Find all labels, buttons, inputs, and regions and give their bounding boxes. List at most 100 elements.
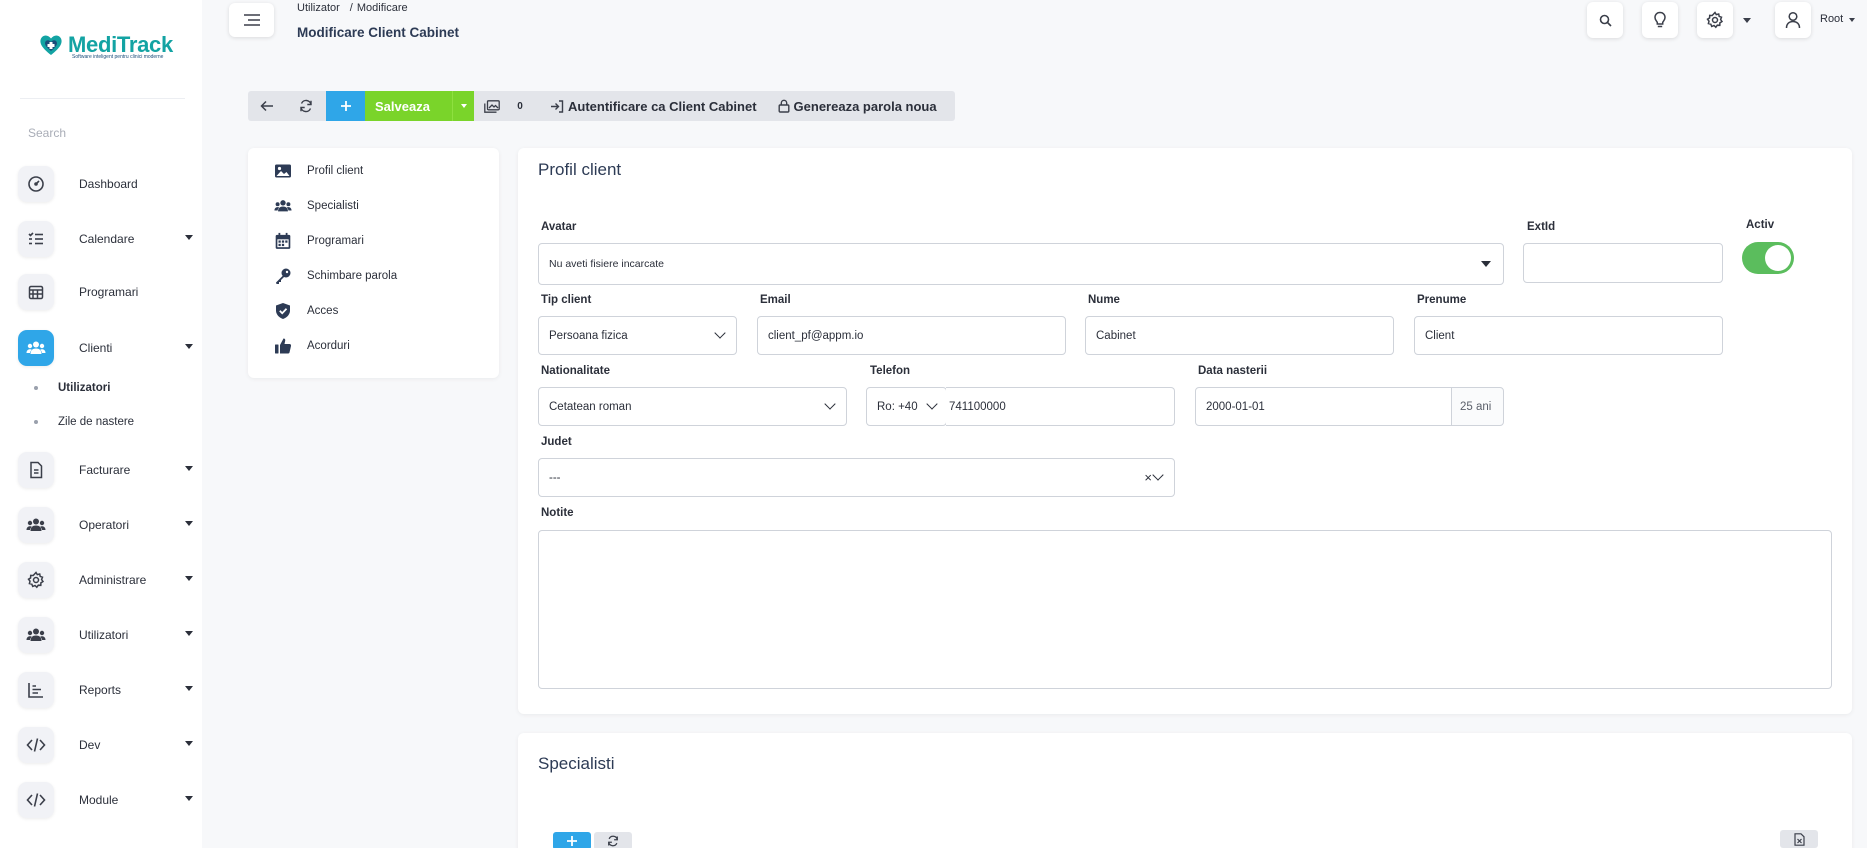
breadcrumb: Utilizator / Modificare [297,2,408,14]
image-icon [275,164,291,178]
calendar-icon [275,232,291,249]
sidebar-item-label: Dashboard [79,177,138,191]
sidebar-item-utilizatori[interactable]: Utilizatori [18,615,193,655]
sidebar-item-label: Programari [79,285,139,299]
list-check-icon [18,221,54,257]
section-link-schimbare-parola[interactable]: Schimbare parola [274,267,397,285]
sidebar-subitem-label: Zile de nastere [58,416,135,428]
sidebar-item-dev[interactable]: Dev [18,725,193,765]
activ-toggle[interactable] [1742,242,1794,274]
prenume-label: Prenume [1417,294,1467,306]
gear-icon [1706,11,1724,29]
breadcrumb-link-utilizator[interactable]: Utilizator [297,2,340,14]
user-chevron-down-icon[interactable] [1849,18,1855,22]
telefon-prefix-value: Ro: +40 [877,400,918,413]
judet-value: --- [549,471,561,484]
section-link-label: Acorduri [307,340,350,352]
bullet-icon [34,420,38,424]
breadcrumb-current: Modificare [356,2,408,14]
generate-password-button[interactable]: Genereaza parola noua [778,91,937,121]
user-name[interactable]: Root [1820,13,1843,25]
nume-input[interactable]: Cabinet [1085,316,1394,355]
settings-button[interactable] [1697,2,1733,38]
chevron-down-icon [185,631,193,636]
notite-textarea[interactable] [538,530,1832,689]
sidebar-subitem-zile-de-nastere[interactable]: Zile de nastere [34,416,134,428]
prenume-input[interactable]: Client [1414,316,1723,355]
add-specialist-button[interactable] [553,832,591,848]
specialisti-card-title: Specialisti [538,754,615,773]
add-button[interactable] [326,91,365,121]
settings-chevron-down-icon[interactable] [1743,18,1751,23]
sidebar-item-label: Facturare [79,463,131,477]
users-icon [18,507,54,543]
back-button[interactable] [248,91,286,121]
sidebar-item-facturare[interactable]: Facturare [18,450,193,490]
gear-icon [18,562,54,598]
telefon-input[interactable]: 741100000 [946,387,1175,426]
images-button[interactable] [474,91,510,121]
nationalitate-select[interactable]: Cetatean roman [538,387,847,426]
user-icon [1785,11,1801,29]
clear-icon[interactable]: × [1144,470,1152,485]
sidebar-divider [20,98,185,99]
tip-client-select[interactable]: Persoana fizica [538,316,737,355]
avatar-select-value: Nu aveti fisiere incarcate [549,258,664,270]
data-nasterii-input[interactable]: 2000-01-01 [1195,387,1452,426]
extid-input[interactable] [1523,243,1723,283]
plus-icon [340,101,351,111]
email-input[interactable]: client_pf@appm.io [757,316,1066,355]
tips-button[interactable] [1642,2,1678,38]
telefon-prefix-select[interactable]: Ro: +40 [866,387,947,426]
activ-label: Activ [1746,219,1775,231]
avatar-select[interactable]: Nu aveti fisiere incarcate [538,243,1504,285]
sidebar-search[interactable]: Search [28,126,66,140]
refresh-specialisti-button[interactable] [594,832,632,848]
sidebar-item-dashboard[interactable]: Dashboard [18,164,193,204]
search-button[interactable] [1587,2,1623,38]
login-as-client-button[interactable]: Autentificare ca Client Cabinet [550,91,757,121]
bar-chart-icon [18,672,54,708]
section-link-acces[interactable]: Acces [274,302,338,320]
nationalitate-value: Cetatean roman [549,400,632,413]
save-options-dropdown[interactable] [452,91,474,121]
hamburger-icon [243,14,260,26]
menu-toggle-button[interactable] [229,3,274,37]
sidebar-item-reports[interactable]: Reports [18,670,193,710]
section-link-programari[interactable]: Programari [274,232,364,250]
judet-select[interactable]: --- × [538,458,1175,497]
sidebar-item-programari[interactable]: Programari [18,272,193,312]
export-excel-button[interactable] [1780,830,1818,848]
chevron-down-icon [714,327,726,339]
section-link-specialisti[interactable]: Specialisti [274,197,359,215]
sidebar-item-module[interactable]: Module [18,780,193,820]
section-link-label: Profil client [307,165,364,177]
sidebar-item-calendare[interactable]: Calendare [18,219,193,259]
sidebar-subitem-utilizatori[interactable]: Utilizatori [34,382,110,394]
section-link-label: Acces [307,305,339,317]
data-nasterii-label: Data nasterii [1198,365,1268,377]
sidebar-item-administrare[interactable]: Administrare [18,560,193,600]
refresh-icon [300,99,312,113]
section-link-profil-client[interactable]: Profil client [274,162,363,180]
sidebar-item-label: Operatori [79,518,130,532]
chevron-down-icon [185,741,193,746]
chevron-down-icon [185,235,193,240]
code-icon [18,727,54,763]
user-menu-button[interactable] [1775,2,1811,38]
shield-check-icon [276,303,290,319]
sidebar-item-operatori[interactable]: Operatori [18,505,193,545]
save-button[interactable]: Salveaza [365,91,452,121]
code-icon [18,782,54,818]
sidebar-item-clienti[interactable]: Clienti [18,328,193,368]
document-icon [18,452,54,488]
email-label: Email [760,294,791,306]
chevron-down-icon [185,686,193,691]
breadcrumb-separator: / [349,2,353,14]
sidebar: MediTrack Software inteligent pentru cli… [0,0,202,848]
lock-icon [778,99,790,113]
chevron-down-icon [185,344,193,349]
login-as-client-label: Autentificare ca Client Cabinet [568,98,757,114]
section-link-acorduri[interactable]: Acorduri [274,337,350,355]
refresh-button[interactable] [286,91,326,121]
